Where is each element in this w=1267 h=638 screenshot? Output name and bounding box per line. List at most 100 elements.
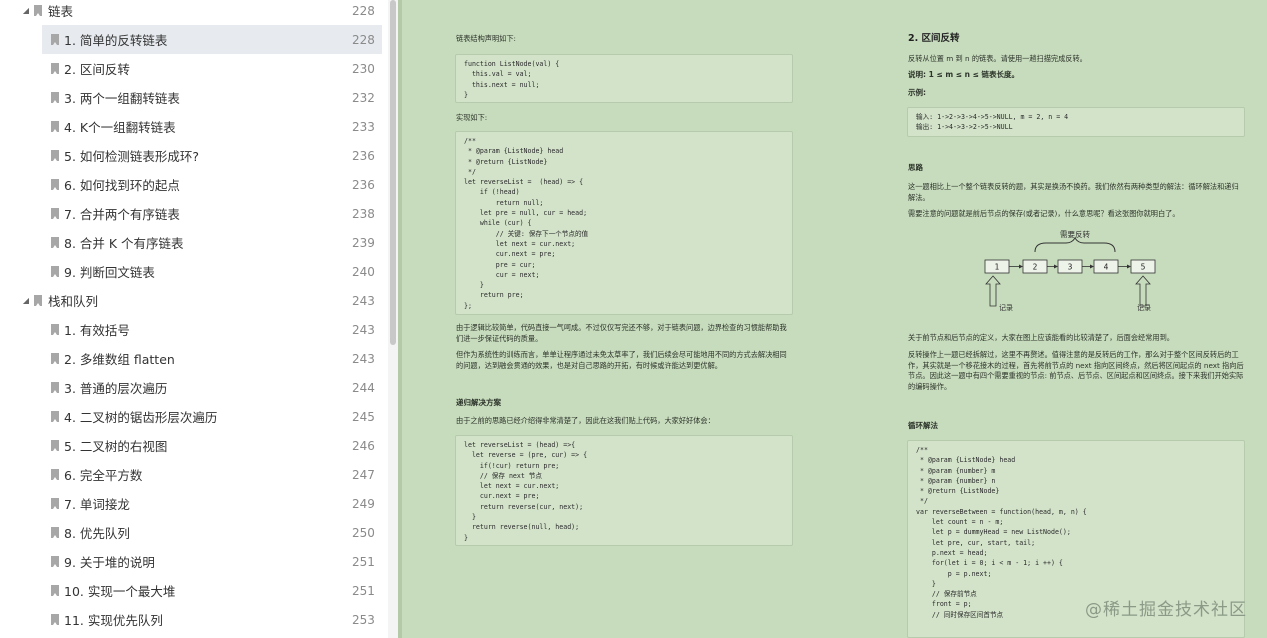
outline-item-page: 243 xyxy=(352,322,375,337)
outline-item-label: 4. 二叉树的锯齿形层次遍历 xyxy=(64,410,218,425)
expand-triangle-icon[interactable]: ◢ xyxy=(21,296,31,305)
outline-item-page: 240 xyxy=(352,264,375,279)
outline-item[interactable]: 2. 区间反转 230 xyxy=(0,54,388,83)
outline-item-page: 236 xyxy=(352,148,375,163)
bookmark-icon xyxy=(51,469,59,480)
outline-item[interactable]: 5. 二叉树的右视图 246 xyxy=(0,431,388,460)
bookmark-icon xyxy=(51,208,59,219)
scrollbar-thumb[interactable] xyxy=(390,0,396,345)
linked-list-diagram: 需要反转 12345 记录 记录 xyxy=(984,229,1156,312)
outline-item[interactable]: 1. 有效括号 243 xyxy=(0,315,388,344)
outline-item-label: 7. 单词接龙 xyxy=(64,497,130,512)
outline-item-label: 1. 有效括号 xyxy=(64,323,130,338)
bookmark-icon xyxy=(51,150,59,161)
outline-item-page: 244 xyxy=(352,380,375,395)
outline-item[interactable]: 3. 普通的层次遍历 244 xyxy=(0,373,388,402)
outline-section[interactable]: ◢ 栈和队列 243 xyxy=(0,286,388,315)
code-block-listnode: function ListNode(val) { this.val = val;… xyxy=(455,54,793,103)
watermark: @稀土掘金技术社区 xyxy=(1085,600,1247,620)
outline-item-label: 1. 简单的反转链表 xyxy=(64,33,168,48)
outline-item-page: 251 xyxy=(352,554,375,569)
outline-item-label: 链表 xyxy=(48,4,74,19)
outline-item[interactable]: 1. 简单的反转链表 228 xyxy=(42,25,382,54)
sidebar-scrollbar[interactable] xyxy=(388,0,398,638)
para-node-definition: 关于前节点和后节点的定义，大家在图上应该能看的比较清楚了，后面会经常用到。 xyxy=(908,333,1174,342)
outline-item-page: 253 xyxy=(352,612,375,627)
left-pointer-arrow xyxy=(985,275,1001,307)
outline-item-page: 251 xyxy=(352,583,375,598)
outline-item-label: 9. 关于堆的说明 xyxy=(64,555,155,570)
diagram-nodes: 1 2 3 4 5 xyxy=(984,259,1156,274)
outline-item[interactable]: 11. 实现优先队列 253 xyxy=(0,605,388,634)
bookmark-icon xyxy=(51,353,59,364)
outline-item[interactable]: 4. 二叉树的锯齿形层次遍历 245 xyxy=(0,402,388,431)
outline-item-label: 9. 判断回文链表 xyxy=(64,265,155,280)
idea-title: 思路 xyxy=(908,163,923,172)
outline-item[interactable]: 4. K个一组翻转链表 233 xyxy=(0,112,388,141)
impl-label: 实现如下: xyxy=(456,113,488,122)
idea-para-1: 这一题相比上一个整个链表反转的题，其实是换汤不换药。我们依然有两种类型的解法：循… xyxy=(908,182,1239,202)
expand-triangle-icon[interactable]: ◢ xyxy=(21,6,31,15)
outline-item-label: 4. K个一组翻转链表 xyxy=(64,120,176,135)
list-node-label: 2 xyxy=(1033,263,1038,272)
outline-item-label: 3. 普通的层次遍历 xyxy=(64,381,168,396)
outline-item-page: 243 xyxy=(352,293,375,308)
outline-item[interactable]: 9. 判断回文链表 240 xyxy=(0,257,388,286)
bookmark-icon xyxy=(51,63,59,74)
list-node-label: 1 xyxy=(995,263,1000,272)
outline-item[interactable]: 5. 如何检测链表形成环? 236 xyxy=(0,141,388,170)
outline-item[interactable]: 7. 单词接龙 249 xyxy=(0,489,388,518)
list-node-label: 3 xyxy=(1068,263,1073,272)
right-note: 记录 xyxy=(1137,304,1151,312)
outline-section[interactable]: ◢ 链表 228 xyxy=(0,0,388,25)
outline-item[interactable]: 10. 实现一个最大堆 251 xyxy=(0,576,388,605)
bookmark-icon xyxy=(51,179,59,190)
bookmark-icon xyxy=(51,382,59,393)
document-view: 链表结构声明如下: function ListNode(val) { this.… xyxy=(398,0,1267,638)
page-edge xyxy=(398,0,402,638)
list-node-arrowhead xyxy=(1127,264,1131,269)
outline-item[interactable]: 7. 合并两个有序链表 238 xyxy=(0,199,388,228)
code-intro-text: 链表结构声明如下: xyxy=(456,34,516,43)
outline-item-page: 232 xyxy=(352,90,375,105)
outline-item-page: 245 xyxy=(352,409,375,424)
list-node-label: 5 xyxy=(1141,263,1146,272)
bookmark-icon xyxy=(51,498,59,509)
example-label: 示例: xyxy=(908,88,926,97)
outline-item-page: 228 xyxy=(352,32,375,47)
outline-item-label: 5. 如何检测链表形成环? xyxy=(64,149,200,164)
left-note: 记录 xyxy=(999,304,1013,312)
bookmark-icon xyxy=(51,556,59,567)
bookmark-icon xyxy=(51,440,59,451)
bookmark-icon xyxy=(34,5,42,16)
outline-item-page: 243 xyxy=(352,351,375,366)
outline-item-page: 228 xyxy=(352,3,375,18)
list-node-arrowhead xyxy=(1090,264,1094,269)
outline-item-page: 247 xyxy=(352,467,375,482)
list-node-arrowhead xyxy=(1054,264,1058,269)
outline-item-page: 239 xyxy=(352,235,375,250)
outline-item[interactable]: 6. 如何找到环的起点 236 xyxy=(0,170,388,199)
outline-sidebar: ◢ 链表 228 1. 简单的反转链表 228 2. 区间反转 230 3. 两个一组翻转链表… xyxy=(0,0,388,638)
outline-item[interactable]: 8. 优先队列 250 xyxy=(0,518,388,547)
outline-item-page: 236 xyxy=(352,177,375,192)
bookmark-icon xyxy=(51,237,59,248)
bookmark-icon xyxy=(51,527,59,538)
outline-item-page: 238 xyxy=(352,206,375,221)
outline-item-label: 11. 实现优先队列 xyxy=(64,613,163,628)
para-training: 但作为系统性的训练而言，单单让程序通过未免太草率了，我们后续会尽可能地用不同的方… xyxy=(456,350,787,370)
bookmark-icon xyxy=(51,34,59,45)
outline-item[interactable]: 8. 合并 K 个有序链表 239 xyxy=(0,228,388,257)
outline-item-label: 5. 二叉树的右视图 xyxy=(64,439,168,454)
code-block-example: 输入: 1->2->3->4->5->NULL, m = 2, n = 4 输出… xyxy=(907,107,1245,137)
outline-item[interactable]: 3. 两个一组翻转链表 232 xyxy=(0,83,388,112)
list-node-arrowhead xyxy=(1019,264,1023,269)
outline-item[interactable]: 6. 完全平方数 247 xyxy=(0,460,388,489)
bookmark-icon xyxy=(51,411,59,422)
outline-item-label: 10. 实现一个最大堆 xyxy=(64,584,176,599)
outline-item-page: 246 xyxy=(352,438,375,453)
bookmark-icon xyxy=(51,585,59,596)
outline-item[interactable]: 2. 多维数组 flatten 243 xyxy=(0,344,388,373)
outline-item-page: 249 xyxy=(352,496,375,511)
outline-item[interactable]: 9. 关于堆的说明 251 xyxy=(0,547,388,576)
